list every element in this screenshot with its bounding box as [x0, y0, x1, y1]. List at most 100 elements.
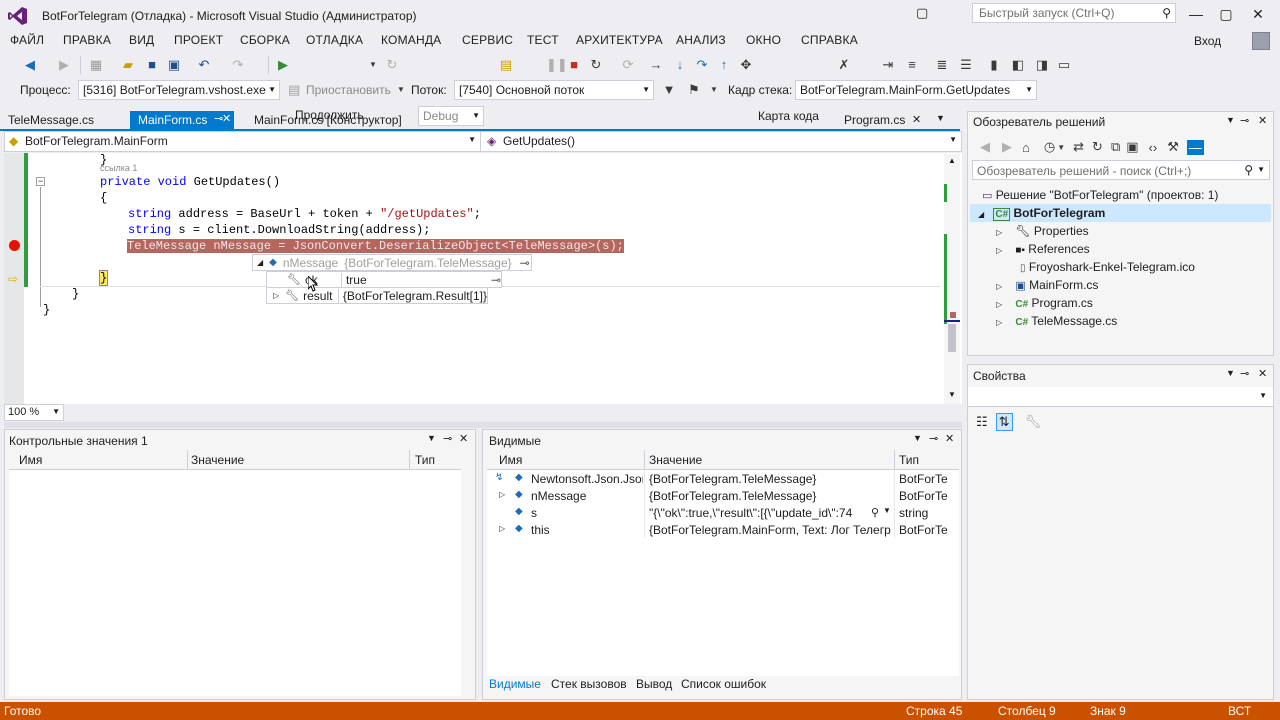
tree-item-solution[interactable]: ▭ Решение "BotForTelegram" (проектов: 1) [982, 188, 1218, 202]
zoom-combo[interactable]: 100 % ▼ [4, 404, 64, 421]
expand-icon[interactable]: ▷ [996, 300, 1008, 309]
magnifier-icon[interactable]: ⚲ [871, 506, 879, 519]
col-value[interactable]: Значение [649, 453, 702, 467]
datatip-root[interactable]: ◢ ◆ nMessage {BotForTelegram.TeleMessage… [252, 254, 532, 271]
new-project-icon[interactable]: ▦ [88, 56, 104, 74]
menu-project[interactable]: ПРОЕКТ [174, 33, 223, 47]
expand-icon[interactable]: ▷ [499, 524, 505, 533]
comment-icon[interactable]: ≣ [934, 56, 950, 74]
refresh-icon[interactable]: ↻ [384, 56, 400, 74]
history-icon[interactable]: ◷ [1044, 139, 1055, 155]
chevron-down-icon[interactable]: ▼ [1257, 165, 1265, 174]
close-icon[interactable]: ✕ [1250, 6, 1266, 22]
close-icon[interactable]: ✕ [945, 432, 954, 445]
panel-menu-icon[interactable]: ▼ [427, 433, 436, 443]
menu-window[interactable]: ОКНО [746, 33, 781, 47]
step-out-icon[interactable]: ↑ [716, 56, 732, 74]
pin-icon[interactable]: ⊸ [491, 273, 501, 287]
expand-icon[interactable]: ▷ [273, 291, 279, 300]
menu-view[interactable]: ВИД [129, 33, 154, 47]
codelens-references[interactable]: ссылка 1 [100, 163, 137, 173]
view-code-icon[interactable]: ‹› [1149, 140, 1158, 155]
expand-icon[interactable]: ▷ [996, 282, 1008, 291]
expand-icon[interactable]: ◢ [257, 258, 263, 267]
class-combo[interactable]: ◆ BotForTelegram.MainForm ▼ [5, 132, 481, 151]
table-row[interactable]: ↯ ◆ Newtonsoft.Json.Json {BotForTelegram… [487, 470, 959, 487]
step-into-icon[interactable]: ↓ [672, 56, 688, 74]
tree-item-project[interactable]: ◢ C# BotForTelegram [970, 204, 1271, 222]
undo-icon[interactable]: ↶ [196, 56, 212, 74]
close-icon[interactable]: ✕ [1258, 114, 1267, 127]
tree-item-telemessage[interactable]: ▷ C# TeleMessage.cs [996, 314, 1117, 328]
filter-icon[interactable]: ▼ [662, 81, 676, 99]
col-type[interactable]: Тип [899, 453, 919, 467]
menu-file[interactable]: ФАЙЛ [10, 33, 44, 47]
tree-item-mainform[interactable]: ▷ ▣ MainForm.cs [996, 278, 1098, 292]
forward-icon[interactable]: ▶ [1002, 139, 1012, 155]
tree-item-program[interactable]: ▷ C# Program.cs [996, 296, 1093, 310]
quick-launch-input[interactable]: Быстрый запуск (Ctrl+Q) ⚲ [972, 3, 1176, 23]
scroll-thumb[interactable] [948, 324, 956, 352]
alphabetical-icon[interactable]: ⇅ [995, 413, 1013, 431]
visualizer-dropdown-icon[interactable]: ▼ [883, 506, 891, 515]
outdent-icon[interactable]: ≡ [904, 56, 920, 74]
tab-program[interactable]: Program.cs [836, 111, 913, 130]
pin-icon[interactable]: ⊸ [1240, 367, 1249, 380]
suspend-icon[interactable]: ▤ [288, 81, 300, 99]
restart-icon[interactable]: ↻ [588, 56, 604, 74]
col-value[interactable]: Значение [191, 453, 244, 467]
panel-menu-icon[interactable]: ▼ [1226, 115, 1235, 125]
object-selector[interactable]: ▼ [968, 387, 1273, 407]
thread-combo[interactable]: [7540] Основной поток ▼ [454, 80, 654, 100]
tree-item-properties[interactable]: ▷ 🔧︎ Properties [996, 224, 1089, 238]
maximize-icon[interactable]: ▢ [1218, 6, 1234, 22]
find-icon[interactable]: ▤ [498, 56, 514, 74]
process-combo[interactable]: [5316] BotForTelegram.vshost.exe ▼ [78, 80, 280, 100]
autos-grid[interactable]: ↯ ◆ Newtonsoft.Json.Json {BotForTelegram… [487, 470, 959, 676]
expand-icon[interactable]: ▷ [996, 246, 1008, 255]
bookmark-icon[interactable]: ▮ [986, 56, 1002, 74]
instruction-pointer-icon[interactable]: ⇨ [8, 272, 18, 286]
panel-menu-icon[interactable]: ▼ [913, 433, 922, 443]
menu-architecture[interactable]: АРХИТЕКТУРА [576, 33, 663, 47]
tab-telemessage[interactable]: TeleMessage.cs [0, 111, 102, 130]
splitter[interactable] [4, 422, 962, 428]
menu-edit[interactable]: ПРАВКА [63, 33, 111, 47]
tab-output[interactable]: Вывод [636, 677, 672, 691]
table-row[interactable]: ◆ s "{\"ok\":true,\"result\":[{\"update_… [487, 504, 959, 521]
expand-icon[interactable]: ▷ [996, 318, 1008, 327]
hot-reload-icon[interactable]: ⟳ [620, 56, 636, 74]
refresh-icon[interactable]: ↻ [1092, 139, 1103, 155]
menu-test[interactable]: ТЕСТ [527, 33, 559, 47]
login-link[interactable]: Вход [1194, 34, 1221, 48]
tab-mainform-designer[interactable]: MainForm.cs [Конструктор] [246, 111, 410, 130]
sync-icon[interactable]: ⇄ [1073, 139, 1084, 155]
feedback-icon[interactable]: ▢ [916, 5, 928, 21]
indent-icon[interactable]: ⇥ [880, 56, 896, 74]
scroll-down-icon[interactable]: ▼ [948, 390, 956, 399]
back-icon[interactable]: ◀ [980, 139, 990, 155]
open-folder-icon[interactable]: ▰ [120, 56, 136, 74]
col-type[interactable]: Тип [415, 453, 435, 467]
collapse-all-icon[interactable]: ⧉ [1111, 139, 1120, 155]
redo-icon[interactable]: ↷ [230, 56, 246, 74]
solution-search-input[interactable]: Обозреватель решений - поиск (Ctrl+;) ⚲ … [972, 160, 1270, 180]
properties-icon[interactable]: ⚒ [1167, 139, 1179, 155]
continue-dropdown-icon[interactable]: ▼ [368, 56, 378, 74]
stop-icon[interactable]: ■ [568, 56, 580, 74]
preview-icon[interactable]: — [1186, 139, 1204, 155]
collapse-icon[interactable]: ◢ [978, 210, 990, 219]
step-over-icon[interactable]: ↷ [694, 56, 710, 74]
watch-grid[interactable] [9, 470, 461, 696]
flag-threads-icon[interactable]: ⚑ [686, 81, 702, 99]
tab-call-stack[interactable]: Стек вызовов [551, 677, 627, 691]
save-icon[interactable]: ■ [144, 56, 160, 74]
close-icon[interactable]: ✕ [459, 432, 468, 445]
method-combo[interactable]: ◈ GetUpdates() ▼ [483, 132, 961, 151]
history-dropdown-icon[interactable]: ▼ [1057, 143, 1065, 152]
code-map-icon[interactable]: ✥ [738, 56, 754, 74]
close-icon[interactable]: ✕ [1258, 367, 1267, 380]
minimize-icon[interactable]: — [1188, 6, 1204, 22]
menu-tools[interactable]: СЕРВИС [462, 33, 513, 47]
table-row[interactable]: ▷ ◆ this {BotForTelegram.MainForm, Text:… [487, 521, 959, 538]
